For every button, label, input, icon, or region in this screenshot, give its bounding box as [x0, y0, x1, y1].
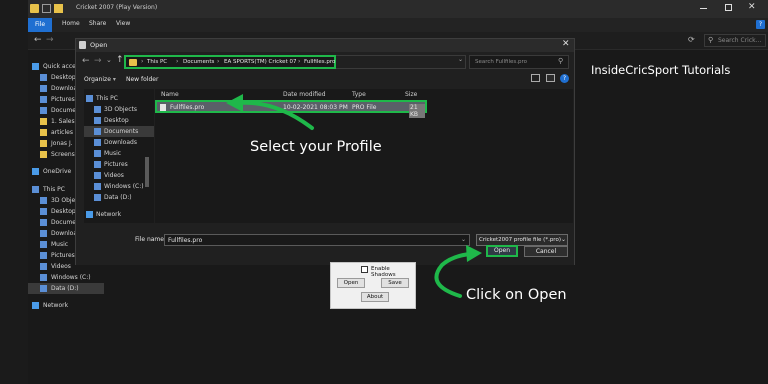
annotation-arrows — [226, 94, 482, 298]
arrowhead-icon — [466, 245, 482, 262]
arrow-to-open-button — [434, 252, 472, 298]
arrow-to-file-row — [236, 100, 314, 130]
arrowhead-icon — [226, 94, 243, 112]
